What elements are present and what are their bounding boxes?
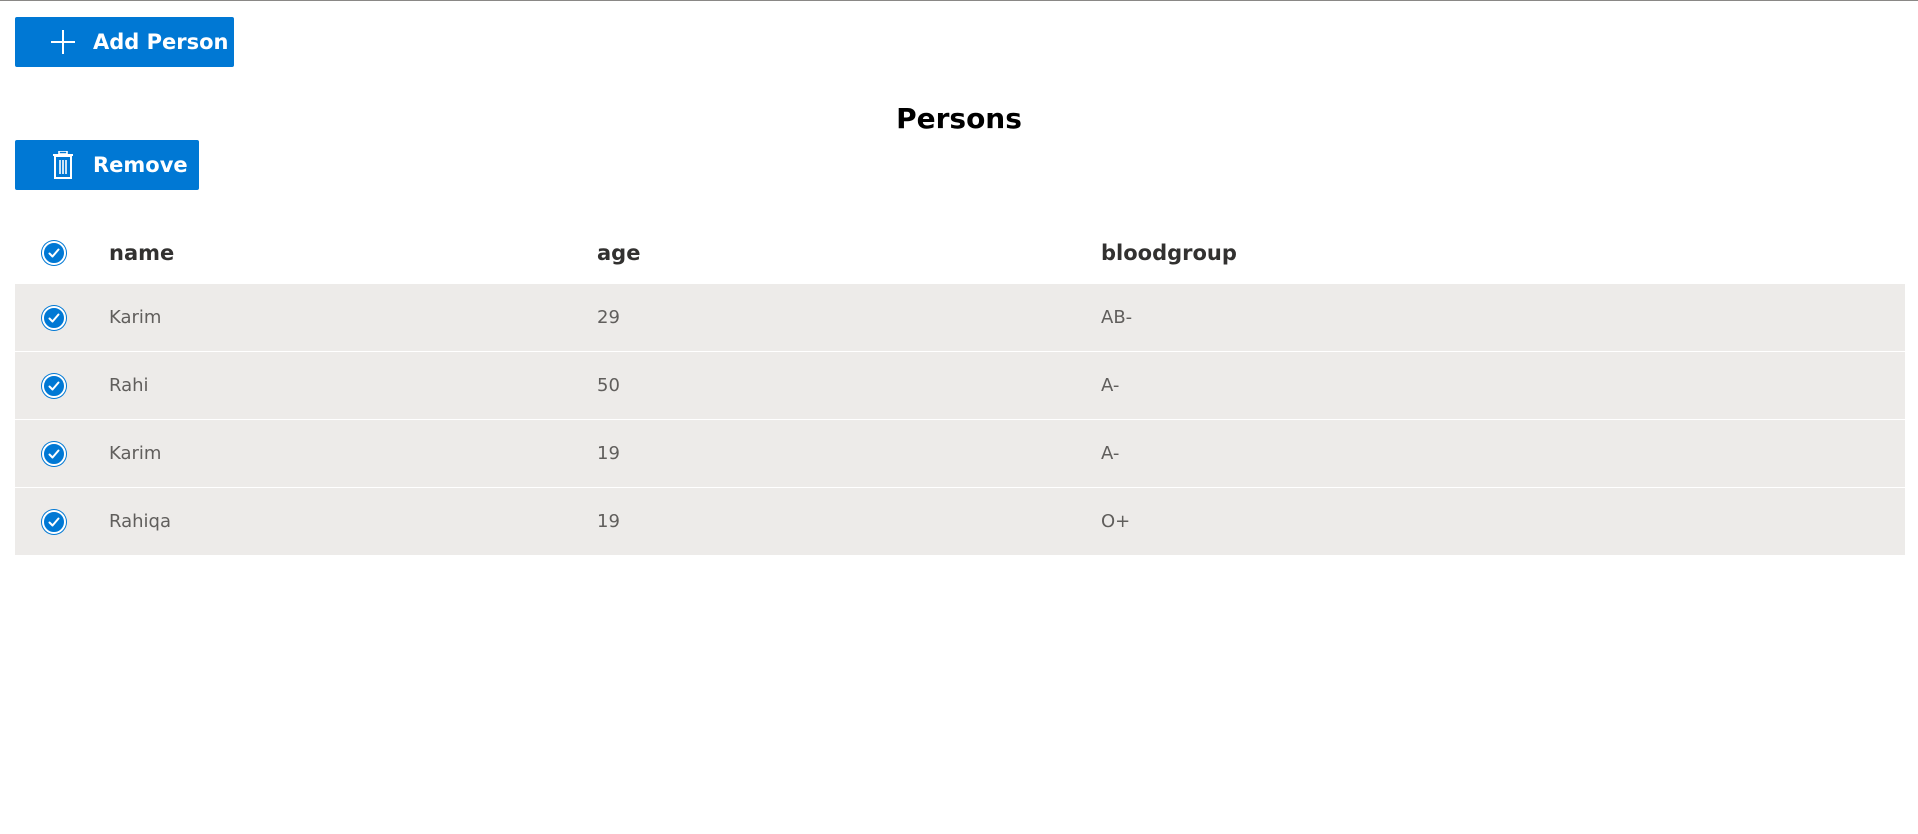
cell-bloodgroup: AB- [1101, 307, 1133, 328]
row-checkbox[interactable] [42, 441, 66, 466]
row-check-cell[interactable] [15, 284, 93, 351]
cell-name: Rahi [109, 375, 149, 396]
table-row[interactable]: Karim 19 A- [15, 419, 1905, 487]
row-check-cell[interactable] [15, 488, 93, 555]
column-header-bloodgroup[interactable]: bloodgroup [1101, 241, 1905, 265]
row-checkbox[interactable] [42, 373, 66, 398]
column-header-age[interactable]: age [597, 241, 1101, 265]
cell-age: 50 [597, 375, 620, 396]
persons-table: name age bloodgroup Karim 29 AB- Rahi 50… [15, 222, 1905, 555]
cell-name: Karim [109, 307, 162, 328]
cell-name: Karim [109, 443, 162, 464]
checkmark-icon [48, 313, 60, 322]
cell-age: 29 [597, 307, 620, 328]
checkmark-icon [48, 449, 60, 458]
remove-button[interactable]: Remove [15, 140, 199, 190]
row-check-cell[interactable] [15, 420, 93, 487]
cell-bloodgroup: A- [1101, 375, 1120, 396]
cell-age: 19 [597, 443, 620, 464]
top-divider [0, 0, 1918, 1]
table-row[interactable]: Rahi 50 A- [15, 351, 1905, 419]
table-row[interactable]: Rahiqa 19 O+ [15, 487, 1905, 555]
column-header-name[interactable]: name [93, 241, 597, 265]
checkmark-icon [48, 248, 60, 257]
page-title: Persons [896, 102, 1022, 135]
trash-icon [48, 150, 78, 180]
row-check-cell[interactable] [15, 352, 93, 419]
cell-bloodgroup: A- [1101, 443, 1120, 464]
plus-icon [48, 27, 78, 57]
select-all-checkbox[interactable] [42, 240, 66, 265]
cell-bloodgroup: O+ [1101, 511, 1131, 532]
row-checkbox[interactable] [42, 305, 66, 330]
row-checkbox[interactable] [42, 509, 66, 534]
add-person-label: Add Person [93, 30, 229, 54]
checkmark-icon [48, 517, 60, 526]
checkmark-icon [48, 381, 60, 390]
table-row[interactable]: Karim 29 AB- [15, 283, 1905, 351]
select-all-cell[interactable] [15, 222, 93, 283]
cell-age: 19 [597, 511, 620, 532]
remove-label: Remove [93, 153, 188, 177]
add-person-button[interactable]: Add Person [15, 17, 234, 67]
table-header-row: name age bloodgroup [15, 222, 1905, 283]
cell-name: Rahiqa [109, 511, 172, 532]
